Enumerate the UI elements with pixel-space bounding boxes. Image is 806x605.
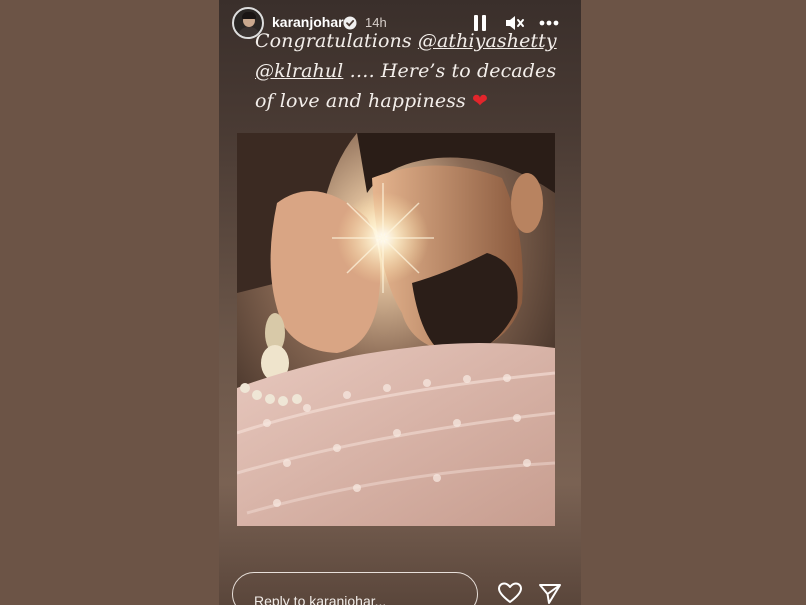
story-caption: Congratulations @athiyashetty @klrahul …… [255, 26, 575, 116]
caption-text: …. Here’s to decades [343, 60, 557, 82]
reply-bar: Reply to karanjohar... [219, 566, 581, 605]
couple-photo [237, 133, 555, 526]
mention-athiyashetty[interactable]: @athiyashetty [418, 30, 557, 52]
reply-input[interactable]: Reply to karanjohar... [232, 572, 478, 605]
reply-placeholder: Reply to karanjohar... [254, 593, 387, 605]
heart-icon[interactable] [497, 581, 523, 605]
heart-emoji: ❤ [472, 90, 489, 112]
caption-text: Congratulations [255, 30, 418, 52]
send-icon[interactable] [538, 582, 562, 605]
mention-klrahul[interactable]: @klrahul [255, 60, 343, 82]
caption-text: of love and happiness [255, 90, 472, 112]
story-viewer: karanjohar 14h Congratulations @athiyash… [219, 0, 581, 605]
story-photo [237, 133, 555, 526]
